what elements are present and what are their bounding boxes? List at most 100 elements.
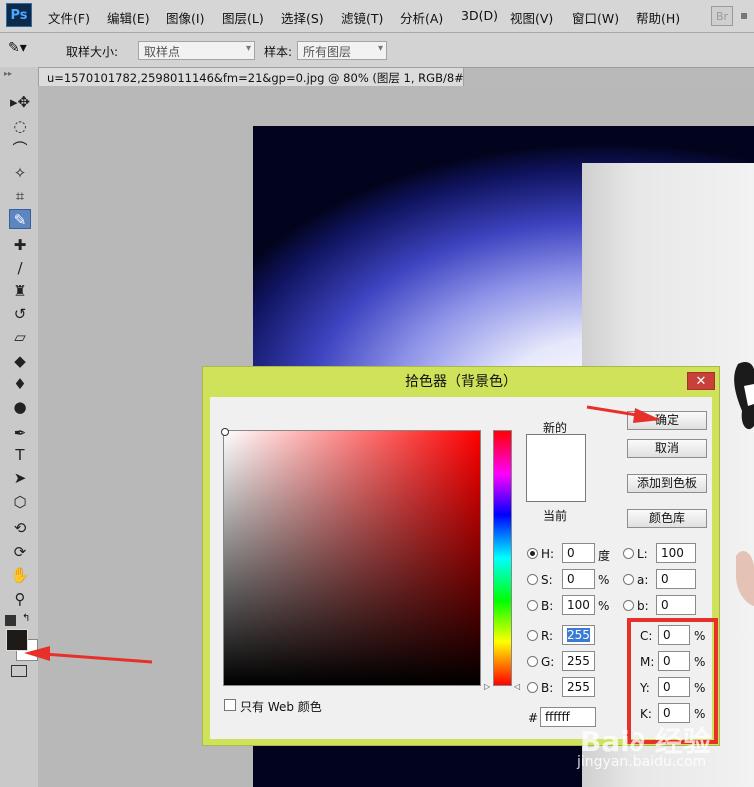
new-color-swatch xyxy=(526,434,586,468)
lab-a-label: a: xyxy=(637,573,649,587)
color-field[interactable] xyxy=(223,430,481,686)
menu-analysis[interactable]: 分析(A) xyxy=(400,8,443,27)
photoshop-logo: Ps xyxy=(6,3,32,27)
document-tab[interactable]: u=1570101782,2598011146&fm=21&gp=0.jpg @… xyxy=(38,67,464,86)
menu-file[interactable]: 文件(F) xyxy=(48,8,90,27)
blue-radio[interactable] xyxy=(527,682,538,693)
healing-brush-icon[interactable]: ✚ xyxy=(9,235,31,255)
3d-orbit-icon[interactable]: ⟳ xyxy=(9,542,31,562)
hue-unit: 度 xyxy=(598,549,611,563)
current-color-label: 当前 xyxy=(543,509,568,523)
hue-input[interactable]: 0 xyxy=(562,543,595,563)
color-selection-marker[interactable] xyxy=(221,428,229,436)
dialog-title: 拾色器（背景色） xyxy=(405,374,517,390)
web-colors-only-label: 只有 Web 颜色 xyxy=(240,700,322,714)
brightness-input[interactable]: 100 xyxy=(562,595,595,615)
shape-icon[interactable]: ⬡ xyxy=(9,492,31,512)
close-icon[interactable]: ✕ xyxy=(687,372,715,390)
green-label: G: xyxy=(541,655,555,669)
menu-filter[interactable]: 滤镜(T) xyxy=(341,8,383,27)
eraser-icon[interactable]: ▱ xyxy=(9,327,31,347)
ok-pointer-arrow xyxy=(586,405,661,423)
clone-stamp-icon[interactable]: ♜ xyxy=(9,281,31,301)
blue-input[interactable]: 255 xyxy=(562,677,595,697)
zoom-icon[interactable]: ⚲ xyxy=(9,589,31,609)
lab-l-label: L: xyxy=(637,547,648,561)
green-radio[interactable] xyxy=(527,656,538,667)
brightness-unit: % xyxy=(598,599,610,613)
toolbox: ▸▸ ▸✥ ◌ ⌒ ✧ ⌗ ✎ ✚ ∕ ♜ ↺ ▱ ◆ ♦ ● ✒ T ➤ ⬡ ⟲ ⟳ ✋ ⚲ ↰ xyxy=(0,67,39,787)
swap-colors-icon[interactable]: ↰ xyxy=(22,613,30,624)
sample-size-select[interactable]: 取样点 ▾ xyxy=(138,41,255,60)
pen-icon[interactable]: ✒ xyxy=(9,423,31,443)
lab-a-input[interactable]: 0 xyxy=(656,569,696,589)
menu-view[interactable]: 视图(V) xyxy=(510,8,553,27)
hex-label: # xyxy=(528,711,539,725)
menu-bar: Ps 文件(F) 编辑(E) 图像(I) 图层(L) 选择(S) 滤镜(T) 分… xyxy=(0,0,754,33)
eyedropper-preset-icon[interactable]: ✎▾ xyxy=(8,40,27,56)
lab-a-radio[interactable] xyxy=(623,574,634,585)
menu-window[interactable]: 窗口(W) xyxy=(572,8,619,27)
menu-select[interactable]: 选择(S) xyxy=(281,8,324,27)
hand-icon[interactable]: ✋ xyxy=(9,565,31,585)
type-icon[interactable]: T xyxy=(9,445,31,465)
green-input[interactable]: 255 xyxy=(562,651,595,671)
color-libraries-button[interactable]: 颜色库 xyxy=(627,509,707,528)
saturation-label: S: xyxy=(541,573,553,587)
menu-overflow-icon[interactable]: ▪ xyxy=(740,8,748,22)
magic-wand-icon[interactable]: ✧ xyxy=(9,163,31,183)
paint-bucket-icon[interactable]: ◆ xyxy=(9,351,31,371)
hue-slider-right-handle-icon[interactable]: ◁ xyxy=(514,682,520,691)
lab-b-input[interactable]: 0 xyxy=(656,595,696,615)
menu-edit[interactable]: 编辑(E) xyxy=(107,8,150,27)
menu-layer[interactable]: 图层(L) xyxy=(222,8,264,27)
menu-3d[interactable]: 3D(D) xyxy=(461,8,498,23)
red-label: R: xyxy=(541,629,554,643)
marquee-icon[interactable]: ◌ xyxy=(9,116,31,136)
document-title: u=1570101782,2598011146&fm=21&gp=0.jpg @… xyxy=(47,71,464,85)
swatch-pointer-arrow xyxy=(24,646,153,664)
current-color-swatch[interactable] xyxy=(526,468,586,502)
lab-l-radio[interactable] xyxy=(623,548,634,559)
red-radio[interactable] xyxy=(527,630,538,641)
brush-icon[interactable]: ∕ xyxy=(9,258,31,278)
saturation-radio[interactable] xyxy=(527,574,538,585)
lab-b-radio[interactable] xyxy=(623,600,634,611)
hue-radio[interactable] xyxy=(527,548,538,559)
add-to-swatches-button[interactable]: 添加到色板 xyxy=(627,474,707,493)
sample-size-value: 取样点 xyxy=(144,45,181,59)
chevron-down-icon: ▾ xyxy=(377,43,383,54)
blur-icon[interactable]: ♦ xyxy=(9,374,31,394)
cancel-button[interactable]: 取消 xyxy=(627,439,707,458)
sample-size-label: 取样大小: xyxy=(66,45,119,59)
crop-icon[interactable]: ⌗ xyxy=(9,186,31,206)
lasso-icon[interactable]: ⌒ xyxy=(9,139,31,159)
blue-label: B: xyxy=(541,681,554,695)
sample-select[interactable]: 所有图层 ▾ xyxy=(297,41,387,60)
eyedropper-icon[interactable]: ✎ xyxy=(9,209,31,229)
3d-rotate-icon[interactable]: ⟲ xyxy=(9,518,31,538)
hue-slider-left-handle-icon[interactable]: ▷ xyxy=(484,682,490,691)
history-brush-icon[interactable]: ↺ xyxy=(9,304,31,324)
web-colors-only-checkbox[interactable] xyxy=(224,699,236,711)
dodge-icon[interactable]: ● xyxy=(9,397,31,417)
lab-l-input[interactable]: 100 xyxy=(656,543,696,563)
red-input[interactable]: 255 xyxy=(562,625,595,645)
hue-slider[interactable] xyxy=(493,430,512,686)
sample-label: 样本: xyxy=(264,45,293,59)
lab-b-label: b: xyxy=(637,599,649,613)
brightness-label: B: xyxy=(541,599,554,613)
menu-help[interactable]: 帮助(H) xyxy=(636,8,680,27)
image-person-figure xyxy=(734,362,754,606)
baidu-watermark-url: jingyan.baidu.com xyxy=(577,754,707,770)
default-colors-icon[interactable] xyxy=(5,615,16,626)
move-icon[interactable]: ▸✥ xyxy=(9,92,31,112)
hue-label: H: xyxy=(541,547,555,561)
saturation-input[interactable]: 0 xyxy=(562,569,595,589)
sample-value: 所有图层 xyxy=(303,45,352,59)
path-selection-icon[interactable]: ➤ xyxy=(9,468,31,488)
toolbox-collapse-icon[interactable]: ▸▸ xyxy=(4,69,12,78)
bridge-button[interactable]: Br xyxy=(711,6,733,26)
menu-image[interactable]: 图像(I) xyxy=(166,8,204,27)
brightness-radio[interactable] xyxy=(527,600,538,611)
